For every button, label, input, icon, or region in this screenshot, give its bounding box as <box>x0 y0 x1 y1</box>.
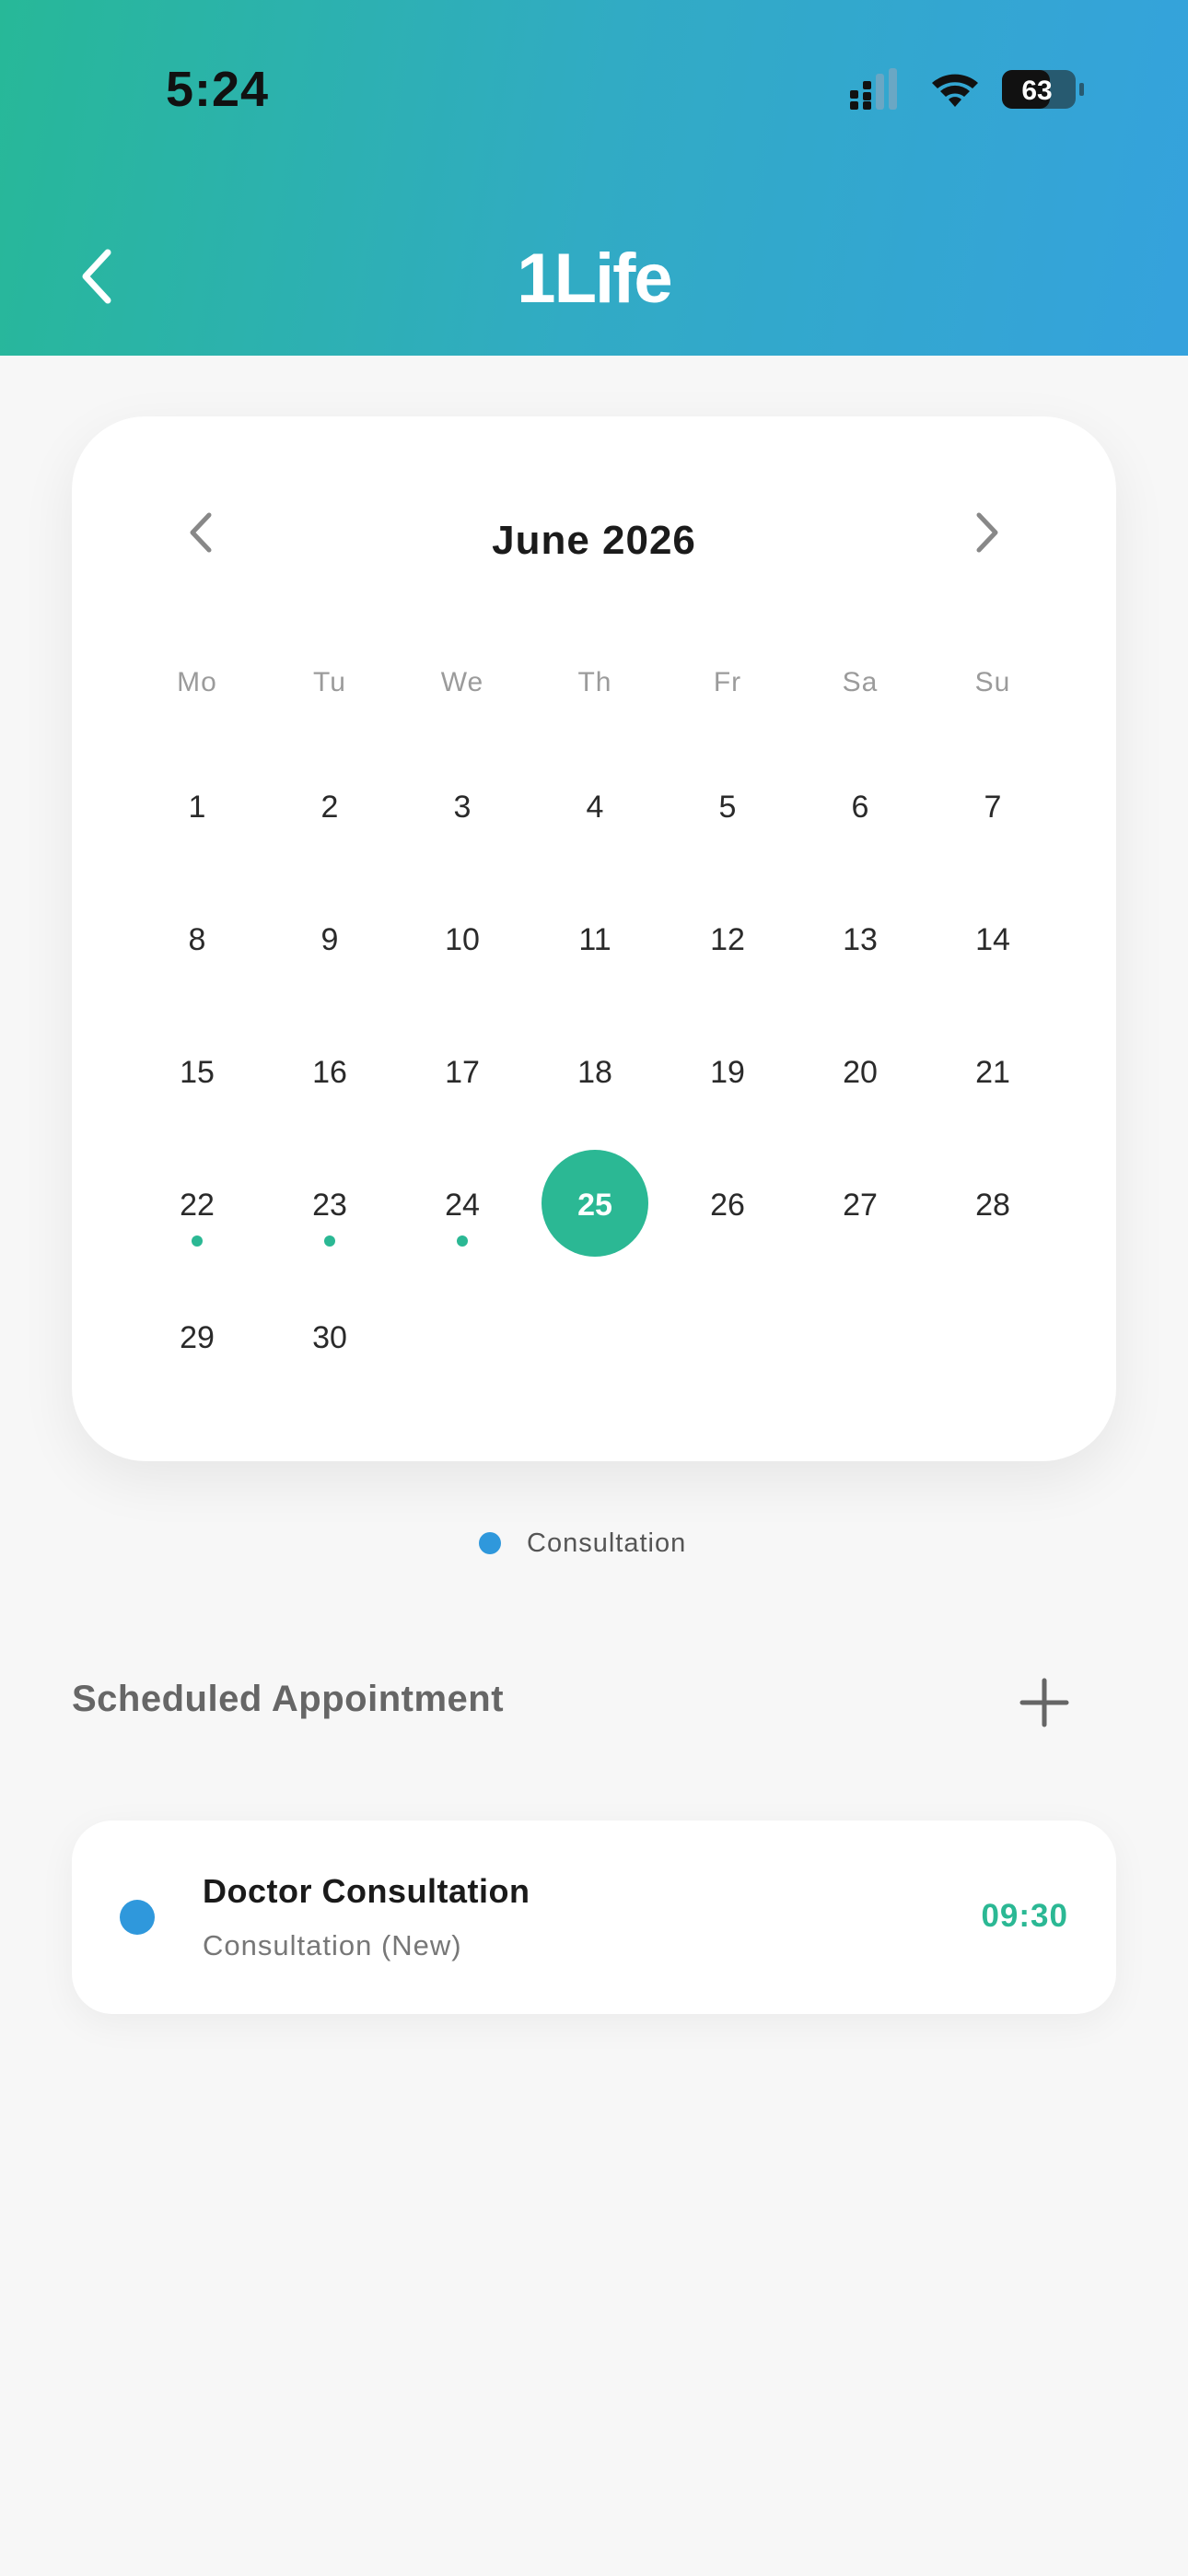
weekday-label: Sa <box>842 667 879 697</box>
calendar-day-number: 3 <box>453 789 472 825</box>
plus-icon <box>1019 1678 1069 1727</box>
calendar-day-number: 4 <box>586 789 604 825</box>
weekday-label: Tu <box>313 667 346 697</box>
weekday-label: Th <box>577 667 612 697</box>
calendar-day-number: 16 <box>312 1054 347 1090</box>
app-logo: 1Life <box>517 239 672 318</box>
event-indicator-dot <box>192 1235 203 1247</box>
calendar-day-number: 19 <box>710 1054 745 1090</box>
calendar-day-number: 6 <box>851 789 869 825</box>
calendar-day[interactable]: 5 <box>661 741 794 873</box>
calendar-day-number: 5 <box>718 789 737 825</box>
weekday-label: Mo <box>177 667 217 697</box>
calendar-day-number: 1 <box>188 789 206 825</box>
back-button[interactable] <box>64 244 129 309</box>
section-title: Scheduled Appointment <box>72 1679 505 1719</box>
status-icons: 63 <box>850 68 1084 110</box>
calendar-day[interactable]: 2 <box>263 741 396 873</box>
calendar-day-number: 8 <box>188 921 206 957</box>
calendar-day[interactable]: 6 <box>794 741 926 873</box>
calendar-day-number: 24 <box>445 1187 480 1223</box>
weekday-header: Mo Tu We Th Fr Sa Su <box>131 667 1059 698</box>
calendar-day[interactable]: 11 <box>529 873 661 1006</box>
calendar-day[interactable]: 17 <box>396 1006 529 1139</box>
calendar-day-number: 23 <box>312 1187 347 1223</box>
calendar-day-number: 20 <box>843 1054 878 1090</box>
calendar-day-number: 27 <box>843 1187 878 1223</box>
calendar-day[interactable]: 16 <box>263 1006 396 1139</box>
next-month-button[interactable] <box>960 505 1015 560</box>
chevron-left-icon <box>82 249 111 304</box>
calendar-day-number: 26 <box>710 1187 745 1223</box>
calendar-day-number: 10 <box>445 921 480 957</box>
calendar-day-grid: 1 2 3 4 5 6 7 8 9 10 11 12 13 14 15 16 17 18 19 20 21 22 23 24 2… <box>131 741 1059 1404</box>
signal-icon <box>850 68 897 110</box>
chevron-right-icon <box>976 512 998 553</box>
legend-label: Consultation <box>527 1528 687 1558</box>
calendar-legend: Consultation <box>479 1525 686 1562</box>
calendar-day-number: 18 <box>577 1054 612 1090</box>
svg-text:63: 63 <box>1021 76 1052 106</box>
calendar-day[interactable]: 22 <box>131 1139 263 1271</box>
calendar-day[interactable]: 29 <box>131 1271 263 1404</box>
legend-dot <box>479 1532 501 1554</box>
calendar-card: June 2026 Mo Tu We Th Fr Sa Su 123456789… <box>72 416 1116 1461</box>
calendar-day-number: 21 <box>975 1054 1010 1090</box>
event-indicator-dot <box>457 1235 468 1247</box>
calendar-day[interactable]: 25 <box>529 1139 661 1271</box>
calendar-day[interactable]: 7 <box>926 741 1059 873</box>
calendar-day-number: 2 <box>320 789 339 825</box>
weekday-label: We <box>440 667 484 697</box>
calendar-day[interactable]: 8 <box>131 873 263 1006</box>
add-appointment-button[interactable] <box>1017 1675 1072 1730</box>
calendar-day-number: 13 <box>843 921 878 957</box>
status-time: 5:24 <box>166 62 270 117</box>
appointment-type-dot <box>120 1900 155 1935</box>
appointment-title: Doctor Consultation <box>203 1872 530 1910</box>
calendar-day-number: 29 <box>180 1319 215 1355</box>
calendar-day[interactable]: 20 <box>794 1006 926 1139</box>
calendar-day[interactable]: 23 <box>263 1139 396 1271</box>
calendar-day[interactable]: 28 <box>926 1139 1059 1271</box>
calendar-day[interactable]: 15 <box>131 1006 263 1139</box>
calendar-day[interactable]: 30 <box>263 1271 396 1404</box>
calendar-day-number: 7 <box>984 789 1002 825</box>
calendar-day[interactable]: 4 <box>529 741 661 873</box>
calendar-day-number: 17 <box>445 1054 480 1090</box>
calendar-day-number: 12 <box>710 921 745 957</box>
calendar-day[interactable]: 3 <box>396 741 529 873</box>
battery-icon: 63 <box>1002 70 1084 109</box>
calendar-day[interactable]: 9 <box>263 873 396 1006</box>
appointment-subtitle: Consultation (New) <box>203 1929 462 1961</box>
calendar-day[interactable]: 10 <box>396 873 529 1006</box>
calendar-day[interactable]: 14 <box>926 873 1059 1006</box>
calendar-day[interactable]: 24 <box>396 1139 529 1271</box>
calendar-day-number: 11 <box>578 921 611 957</box>
calendar-day-number: 9 <box>320 921 339 957</box>
calendar-day[interactable]: 1 <box>131 741 263 873</box>
weekday-label: Su <box>974 667 1011 697</box>
calendar-day-number: 28 <box>975 1187 1010 1223</box>
calendar-day[interactable]: 27 <box>794 1139 926 1271</box>
calendar-day-number: 22 <box>180 1187 215 1223</box>
calendar-day[interactable]: 18 <box>529 1006 661 1139</box>
app-header: 5:24 63 1Life <box>0 0 1188 356</box>
calendar-day[interactable]: 26 <box>661 1139 794 1271</box>
event-indicator-dot <box>324 1235 335 1247</box>
appointment-time: 09:30 <box>981 1898 1068 1934</box>
wifi-icon <box>932 74 978 107</box>
calendar-day-number: 14 <box>975 921 1010 957</box>
calendar-day[interactable]: 21 <box>926 1006 1059 1139</box>
calendar-day[interactable]: 12 <box>661 873 794 1006</box>
calendar-day-number: 25 <box>577 1187 612 1223</box>
calendar-day[interactable]: 13 <box>794 873 926 1006</box>
weekday-label: Fr <box>713 667 742 697</box>
calendar-day-number: 30 <box>312 1319 347 1355</box>
calendar-day[interactable]: 19 <box>661 1006 794 1139</box>
appointment-card[interactable]: Doctor Consultation Consultation (New) 0… <box>72 1821 1116 2014</box>
calendar-day-number: 15 <box>180 1054 215 1090</box>
